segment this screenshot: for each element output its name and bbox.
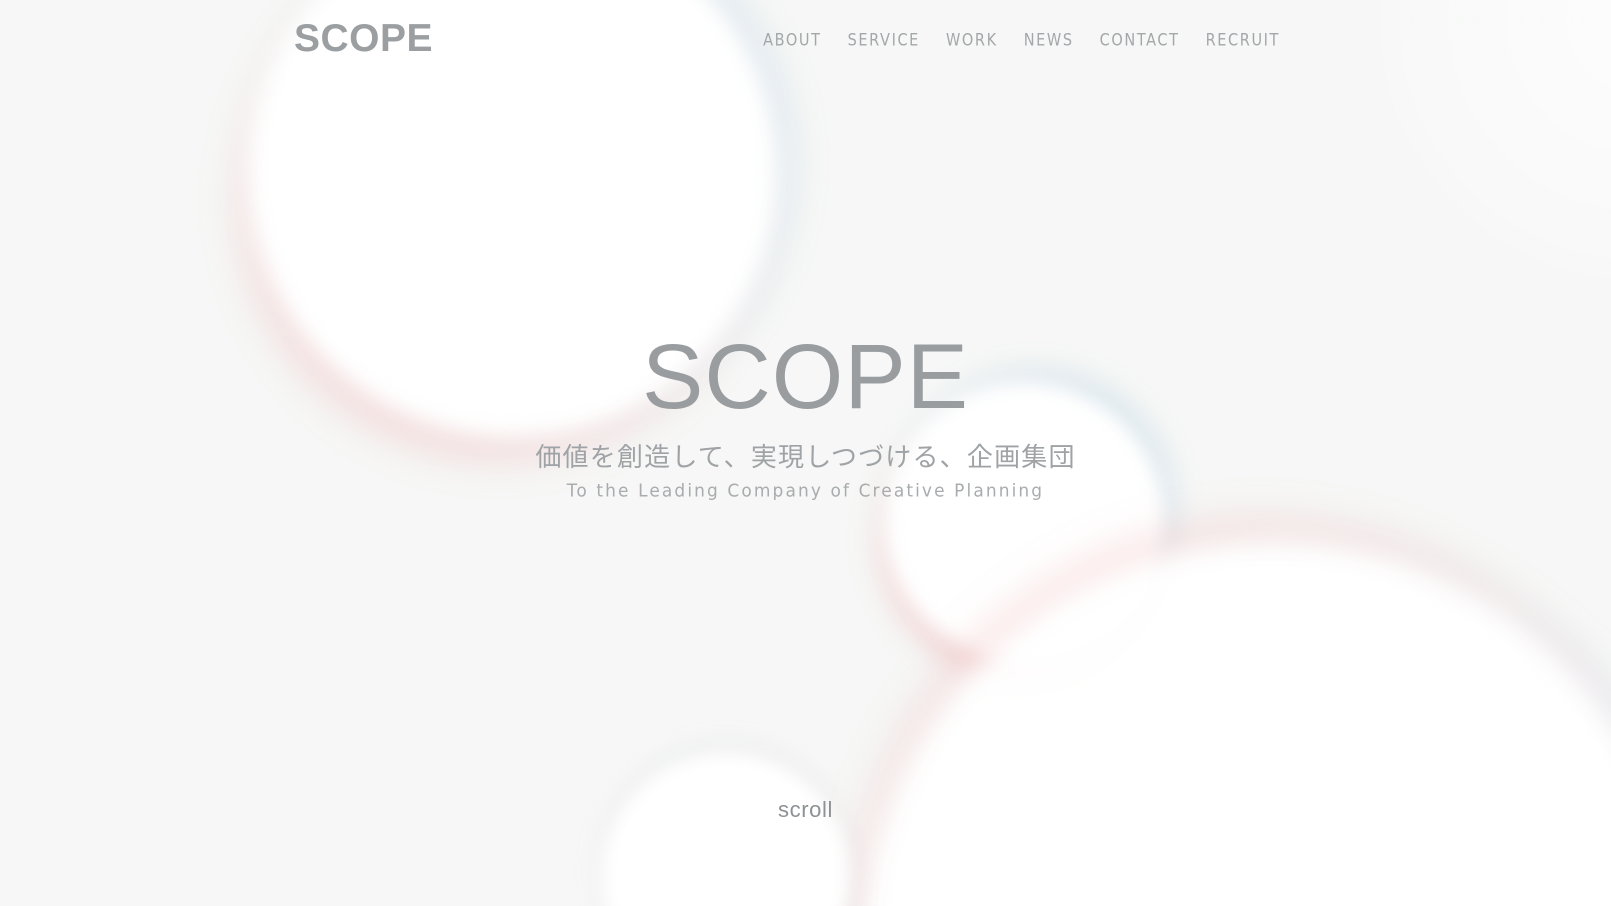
- nav-item-recruit[interactable]: RECRUIT: [1206, 33, 1280, 50]
- bubble-bottom-right-xl: [862, 540, 1611, 906]
- site-header: SCOPE ABOUT SERVICE WORK NEWS CONTACT RE…: [0, 0, 1611, 90]
- main-navigation: ABOUT SERVICE WORK NEWS CONTACT RECRUIT: [763, 33, 1280, 50]
- nav-item-news[interactable]: NEWS: [1024, 33, 1074, 50]
- nav-item-work[interactable]: WORK: [946, 33, 998, 50]
- hero-tagline-japanese: 価値を創造して、実現しつづける、企画集団: [535, 442, 1076, 472]
- scroll-label: scroll: [778, 797, 833, 822]
- hero-tagline-english: To the Leading Company of Creative Plann…: [566, 480, 1045, 502]
- nav-item-service[interactable]: SERVICE: [848, 33, 920, 50]
- hero-section: SCOPE 価値を創造して、実現しつづける、企画集団 To the Leadin…: [0, 0, 1611, 906]
- brand-logo[interactable]: SCOPE: [294, 19, 433, 58]
- scroll-indicator[interactable]: scroll: [0, 799, 1611, 822]
- bubble-center-right: [885, 382, 1165, 662]
- hero-title: SCOPE: [641, 326, 970, 428]
- bubble-bottom-center: [602, 752, 850, 906]
- nav-item-about[interactable]: ABOUT: [763, 33, 822, 50]
- background-bubble-field: [0, 0, 1611, 906]
- nav-item-contact[interactable]: CONTACT: [1100, 33, 1180, 50]
